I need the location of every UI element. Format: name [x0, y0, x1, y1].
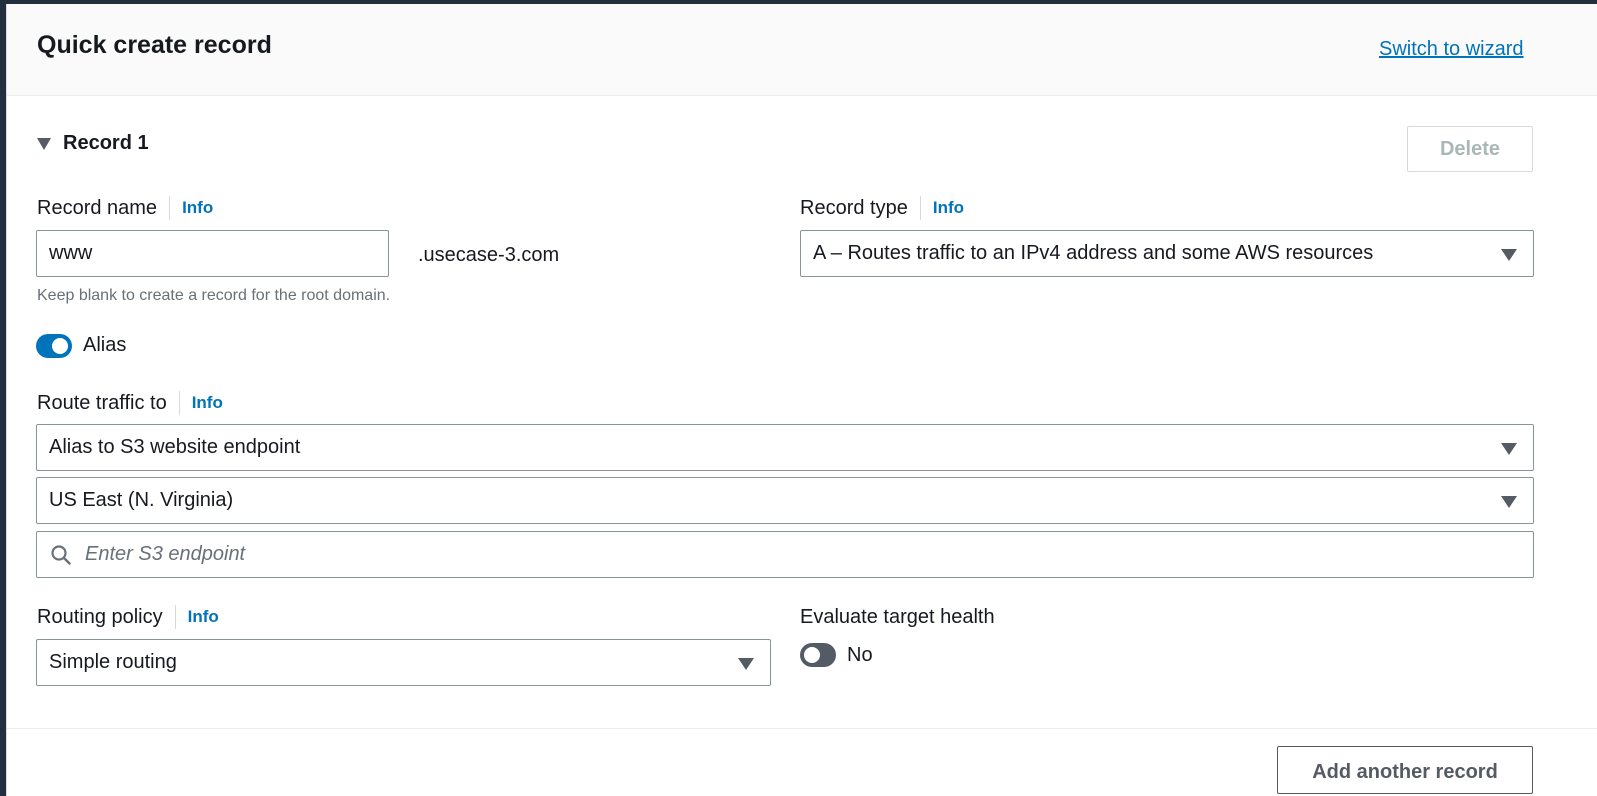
- s3-endpoint-search-input[interactable]: Enter S3 endpoint: [36, 531, 1534, 578]
- routing-policy-label: Routing policy: [37, 605, 163, 628]
- quick-create-panel: Quick create record Switch to wizard Rec…: [6, 4, 1597, 796]
- chevron-down-icon: [1501, 442, 1517, 455]
- record-expand-toggle[interactable]: Record 1: [37, 130, 149, 156]
- alias-label: Alias: [83, 334, 127, 356]
- record-title: Record 1: [63, 131, 149, 154]
- record-type-select[interactable]: A – Routes traffic to an IPv4 address an…: [800, 230, 1534, 277]
- record-name-value: www: [49, 242, 93, 264]
- evaluate-health-label: Evaluate target health: [800, 605, 995, 628]
- record-name-label: Record name: [37, 196, 158, 219]
- endpoint-type-select[interactable]: Alias to S3 website endpoint: [36, 424, 1534, 471]
- region-select[interactable]: US East (N. Virginia): [36, 477, 1534, 524]
- toggle-knob: [804, 647, 820, 663]
- evaluate-health-toggle[interactable]: [800, 643, 836, 667]
- record-type-value: A – Routes traffic to an IPv4 address an…: [813, 242, 1374, 264]
- chevron-down-icon: [738, 657, 754, 670]
- panel-header: Quick create record Switch to wizard: [7, 4, 1597, 96]
- evaluate-health-value: No: [847, 644, 873, 666]
- search-icon: [51, 545, 71, 565]
- chevron-down-icon: [1501, 495, 1517, 508]
- caret-down-icon: [37, 138, 51, 150]
- record-type-info-link[interactable]: Info: [919, 196, 964, 220]
- chevron-down-icon: [1501, 248, 1517, 261]
- evaluate-health-label-row: Evaluate target health: [800, 603, 995, 631]
- toggle-knob: [52, 338, 68, 354]
- s3-endpoint-placeholder: Enter S3 endpoint: [85, 543, 246, 565]
- record-name-label-row: Record name Info: [37, 194, 213, 222]
- routing-policy-value: Simple routing: [49, 651, 177, 673]
- routing-policy-select[interactable]: Simple routing: [36, 639, 771, 686]
- record-type-label-row: Record type Info: [800, 194, 964, 222]
- routing-policy-label-row: Routing policy Info: [37, 603, 219, 631]
- routing-policy-info-link[interactable]: Info: [174, 605, 219, 629]
- page-title: Quick create record: [37, 31, 272, 59]
- alias-toggle[interactable]: [36, 334, 72, 358]
- add-another-record-button[interactable]: Add another record: [1277, 746, 1533, 794]
- record-name-info-link[interactable]: Info: [169, 196, 213, 220]
- route-traffic-info-link[interactable]: Info: [178, 391, 223, 415]
- record-name-hint: Keep blank to create a record for the ro…: [37, 287, 391, 304]
- section-divider: [7, 728, 1597, 729]
- region-value: US East (N. Virginia): [49, 489, 234, 511]
- route-traffic-label-row: Route traffic to Info: [37, 389, 223, 417]
- domain-suffix: .usecase-3.com: [418, 244, 560, 266]
- switch-to-wizard-link[interactable]: Switch to wizard: [1379, 38, 1524, 61]
- delete-button: Delete: [1407, 126, 1533, 172]
- endpoint-type-value: Alias to S3 website endpoint: [49, 436, 301, 458]
- route-traffic-label: Route traffic to: [37, 391, 167, 414]
- record-type-label: Record type: [800, 196, 908, 219]
- record-name-input[interactable]: www: [36, 230, 389, 277]
